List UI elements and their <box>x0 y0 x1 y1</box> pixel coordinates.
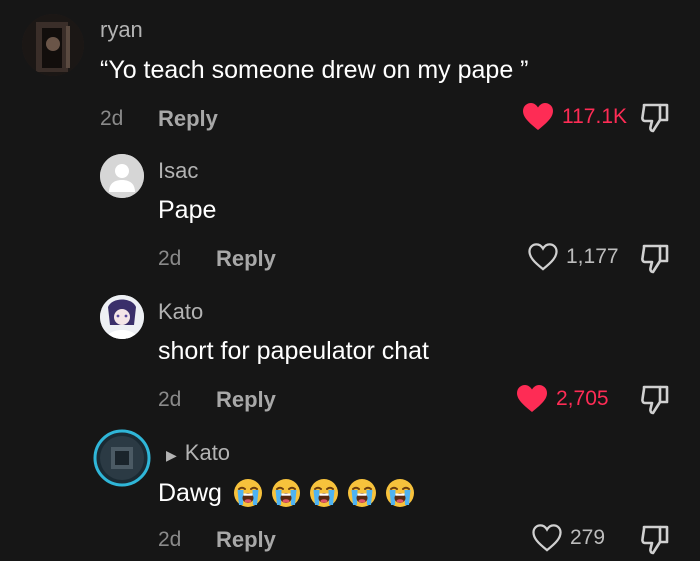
comment-text-body: Dawg <box>158 478 222 507</box>
like-count: 279 <box>570 526 606 549</box>
thumbs-down-icon <box>641 244 669 274</box>
heart-outline-icon <box>532 524 562 552</box>
like-count: 2,705 <box>556 387 609 410</box>
reply-to-kato: ▶ Kato Dawg 2d Reply 279 <box>0 421 700 555</box>
username[interactable]: ryan <box>100 17 143 43</box>
reply-button[interactable]: Reply <box>216 527 276 553</box>
comment-text: short for papeulator chat <box>158 337 429 365</box>
like-button[interactable]: 2,705 <box>516 384 609 414</box>
reply-kato: Kato short for papeulator chat 2d Reply … <box>0 281 700 421</box>
comment-ryan: ryan “Yo teach someone drew on my pape ”… <box>0 0 700 140</box>
timestamp: 2d <box>100 107 124 130</box>
default-avatar-icon <box>100 154 144 198</box>
thumbs-down-icon <box>641 525 669 555</box>
like-count: 117.1K <box>562 105 627 128</box>
like-button[interactable]: 279 <box>532 524 605 552</box>
comment-text: Pape <box>158 196 217 224</box>
loudly-crying-face-icon <box>309 479 338 507</box>
dislike-button[interactable] <box>640 243 670 280</box>
heart-filled-icon <box>523 103 553 130</box>
reply-button[interactable]: Reply <box>158 106 218 132</box>
loudly-crying-face-icon <box>347 479 376 507</box>
loudly-crying-face-icon <box>271 479 300 507</box>
timestamp: 2d <box>158 247 182 270</box>
avatar-image <box>100 295 144 339</box>
emoji-row <box>226 477 416 509</box>
dislike-button[interactable] <box>640 102 670 139</box>
avatar-image <box>22 14 84 76</box>
avatar-image <box>93 429 151 487</box>
username[interactable]: Kato <box>158 299 203 325</box>
reply-isac: Isac Pape 2d Reply 1,177 <box>0 140 700 280</box>
dislike-button[interactable] <box>640 524 670 561</box>
like-count: 1,177 <box>566 245 619 268</box>
loudly-crying-face-icon <box>385 479 414 507</box>
avatar[interactable] <box>93 429 151 487</box>
thumbs-down-icon <box>641 385 669 415</box>
avatar[interactable] <box>100 295 144 339</box>
heart-filled-icon <box>517 385 547 412</box>
timestamp: 2d <box>158 388 182 411</box>
comment-text: “Yo teach someone drew on my pape ” <box>100 56 529 84</box>
reply-button[interactable]: Reply <box>216 246 276 272</box>
loudly-crying-face-icon <box>233 479 262 507</box>
caret-right-icon: ▶ <box>166 447 177 463</box>
thumbs-down-icon <box>641 103 669 133</box>
timestamp: 2d <box>158 528 182 551</box>
like-button[interactable]: 117.1K <box>522 102 627 132</box>
reply-target[interactable]: ▶ Kato <box>166 440 230 466</box>
like-button[interactable]: 1,177 <box>528 243 619 271</box>
username[interactable]: Isac <box>158 158 198 184</box>
reply-button[interactable]: Reply <box>216 387 276 413</box>
heart-outline-icon <box>528 243 558 271</box>
avatar[interactable] <box>22 14 84 76</box>
avatar[interactable] <box>100 154 144 198</box>
reply-target-name: Kato <box>184 440 231 465</box>
comment-text: Dawg <box>158 477 416 509</box>
dislike-button[interactable] <box>640 384 670 421</box>
